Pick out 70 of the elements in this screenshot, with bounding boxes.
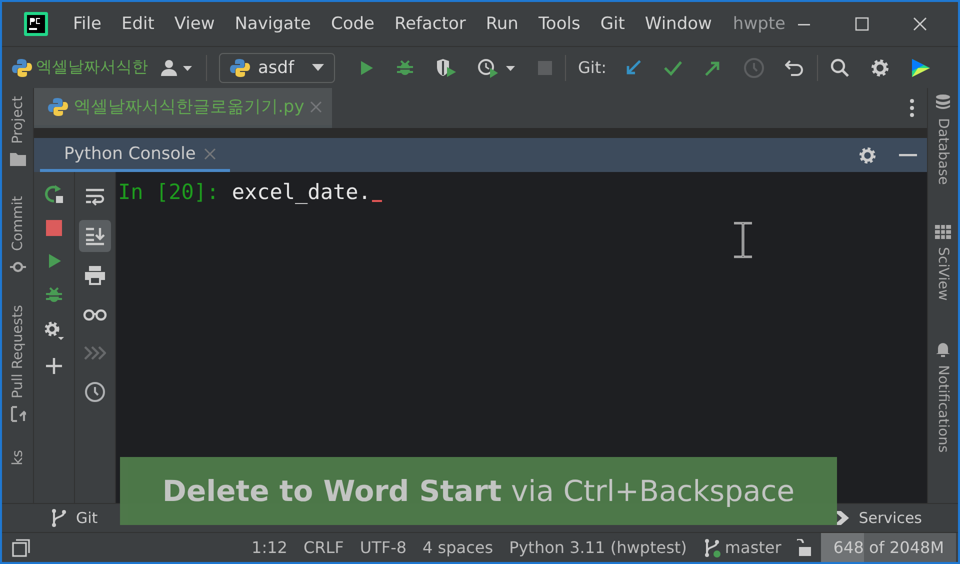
scroll-to-end-icon[interactable] [84, 226, 106, 246]
rollback-icon[interactable] [784, 58, 805, 78]
database-icon[interactable] [935, 94, 951, 110]
folder-icon[interactable] [10, 152, 26, 166]
app-logo-icon [24, 12, 48, 36]
text-caret [372, 200, 382, 202]
tooltip-text: Delete to Word Start via Ctrl+Backspace [162, 474, 795, 508]
tool-window-button[interactable]: Project [10, 96, 26, 144]
run-configuration-dropdown[interactable]: asdf [219, 52, 335, 82]
glasses-icon[interactable] [83, 307, 107, 321]
status-item[interactable]: 1:12 [244, 538, 296, 557]
settings-icon[interactable] [43, 320, 65, 342]
console-line: In [20]: excel_date. [118, 180, 371, 204]
menu-item[interactable]: Run [482, 12, 522, 36]
settings-icon[interactable] [858, 146, 877, 164]
tool-window-button[interactable]: SciView [935, 246, 951, 301]
menu-item[interactable]: Code [328, 12, 378, 36]
notifications-icon[interactable] [935, 340, 951, 357]
toolbox-logo-icon[interactable] [910, 56, 932, 78]
rerun-icon[interactable] [44, 184, 64, 204]
python-icon [230, 58, 250, 78]
status-item[interactable]: UTF-8 [352, 538, 415, 557]
python-file-icon [48, 96, 68, 116]
menu-item[interactable]: Tools [535, 12, 584, 36]
history-icon[interactable] [84, 381, 106, 403]
menu-item[interactable]: Refactor [392, 12, 469, 36]
tool-windows-icon[interactable] [12, 538, 30, 556]
status-item[interactable]: Python 3.11 (hwptest) [501, 538, 695, 557]
menu-item[interactable]: Edit [118, 12, 158, 36]
print-icon[interactable] [84, 265, 106, 285]
menu-item[interactable]: Window [642, 12, 715, 36]
soft-wrap-icon[interactable] [84, 187, 106, 207]
debug-icon[interactable] [395, 58, 415, 78]
tool-window-button[interactable]: Commit [10, 196, 26, 251]
git-tool-button[interactable]: Git [50, 508, 98, 528]
toggle-button[interactable] [79, 220, 111, 252]
tool-window-button[interactable]: Database [935, 118, 951, 185]
search-icon[interactable] [830, 58, 850, 78]
project-icon [12, 58, 32, 78]
settings-icon[interactable] [870, 58, 890, 78]
git-branch[interactable]: master [724, 538, 782, 557]
branch-icon[interactable] [50, 508, 68, 528]
services-tool-button[interactable]: Services [832, 509, 922, 527]
user-menu-icon[interactable] [158, 58, 194, 78]
tool-window-button[interactable]: Notifications [935, 364, 951, 452]
add-icon[interactable] [45, 357, 63, 375]
maximize-icon[interactable] [854, 16, 870, 32]
text-cursor-icon [732, 222, 754, 258]
coverage-icon[interactable] [435, 58, 457, 78]
table-icon[interactable] [935, 224, 951, 239]
tool-window-button[interactable]: ks [10, 450, 26, 466]
memory-indicator[interactable]: 648 of 2048M [821, 532, 956, 562]
tool-window-button[interactable]: Pull Requests [10, 304, 26, 398]
stop-icon[interactable] [45, 219, 63, 237]
menu-item[interactable]: File [70, 12, 104, 36]
branch-icon[interactable] [702, 538, 721, 558]
close-icon[interactable] [912, 16, 928, 32]
menu-item[interactable]: Navigate [232, 12, 314, 36]
project-name[interactable]: 엑셀날짜서식한 [36, 57, 148, 78]
status-item[interactable]: CRLF [295, 538, 352, 557]
debug-icon[interactable] [44, 285, 64, 305]
status-item[interactable]: 4 spaces [414, 538, 502, 557]
pull-request-icon[interactable] [10, 406, 26, 422]
menu-item[interactable]: View [171, 12, 218, 36]
unlock-icon[interactable] [797, 538, 814, 556]
more-options-icon[interactable] [909, 98, 915, 118]
profiler-icon[interactable] [477, 58, 517, 78]
menu-item[interactable]: Git [597, 12, 628, 36]
window-title: hwpte [732, 14, 787, 34]
git-label: Git: [578, 58, 607, 77]
